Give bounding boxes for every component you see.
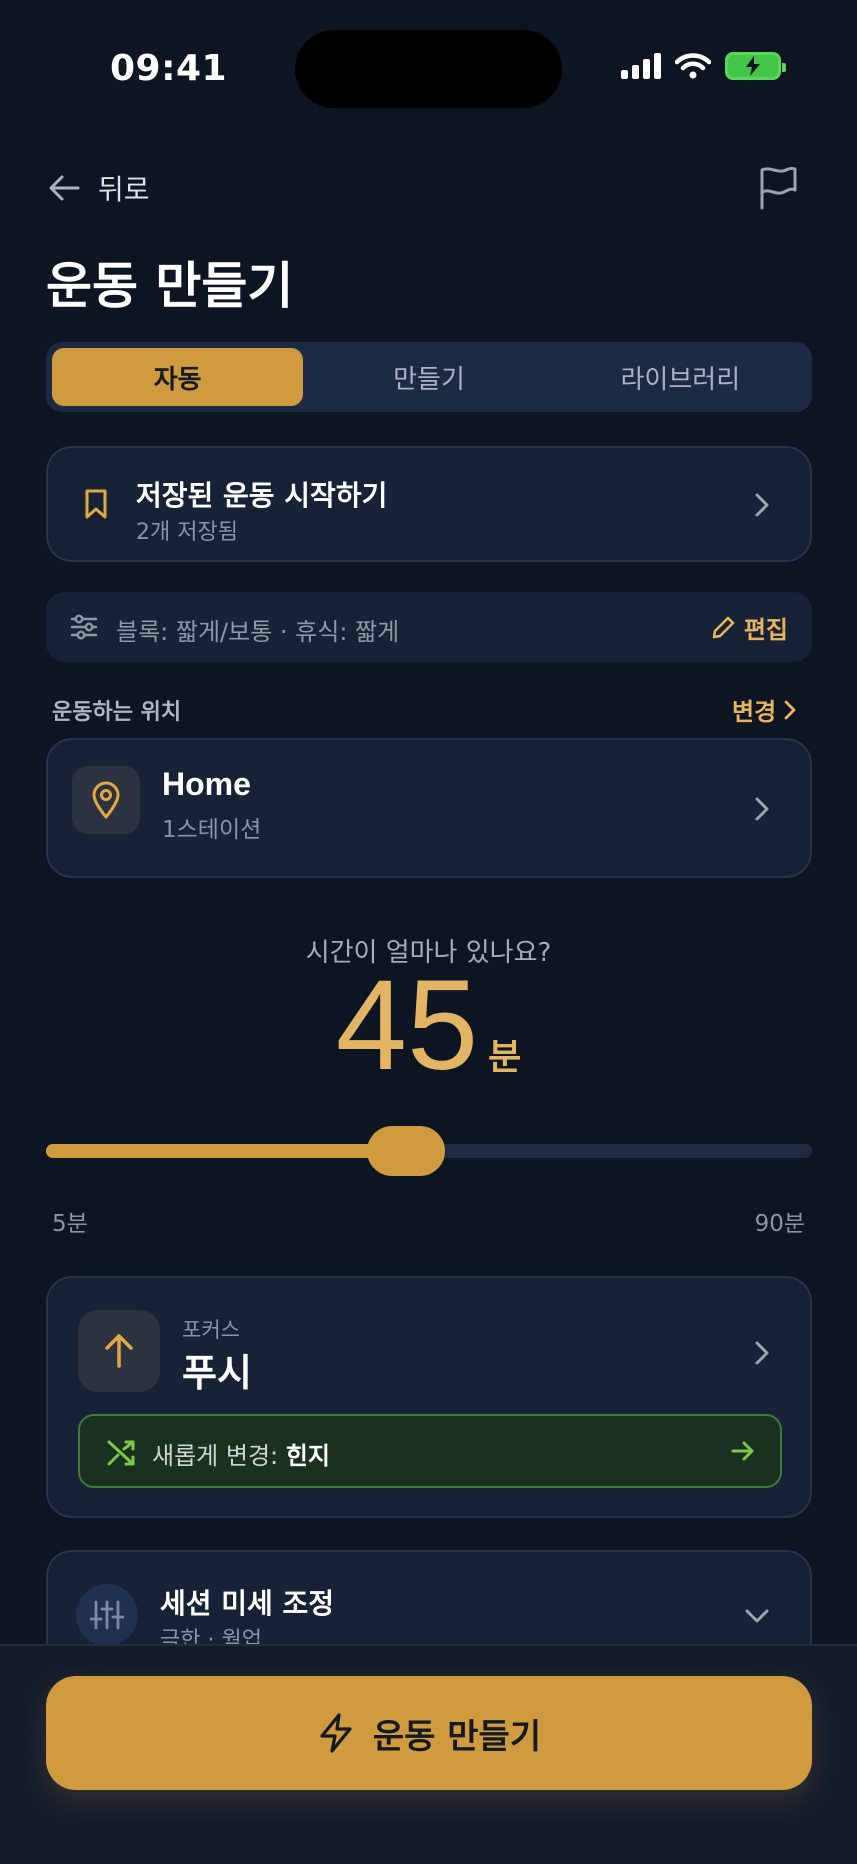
duration-max-label: 90분 (754, 1211, 805, 1237)
swap-focus-button[interactable]: 새롭게 변경: 힌지 (78, 1414, 782, 1488)
battery-icon (725, 52, 786, 80)
duration-min-label: 5분 (52, 1211, 88, 1237)
mode-tabs: 자동 만들기 라이브러리 (46, 342, 812, 412)
create-workout-label: 운동 만들기 (372, 1716, 542, 1757)
status-icons (621, 52, 786, 80)
swap-prefix: 새롭게 변경: (152, 1442, 286, 1470)
tab-library[interactable]: 라이브러리 (555, 348, 806, 406)
sliders-icon (70, 614, 98, 640)
saved-workouts-card[interactable]: 저장된 운동 시작하기 2개 저장됨 (46, 446, 812, 562)
edit-preferences-button[interactable]: 편집 (710, 610, 788, 645)
dynamic-island (295, 30, 562, 108)
lightning-icon (320, 1713, 352, 1753)
focus-label: 포커스 (182, 1318, 240, 1342)
duration-display: 45 분 (0, 962, 857, 1090)
signal-icon (621, 53, 661, 79)
change-location-button[interactable]: 변경 (732, 692, 796, 727)
chevron-right-icon (755, 493, 769, 517)
duration-slider-thumb[interactable] (367, 1126, 446, 1176)
swap-text: 새롭게 변경: 힌지 (152, 1436, 330, 1471)
focus-card[interactable]: 포커스 푸시 새롭게 변경: 힌지 (46, 1276, 812, 1518)
arrow-up-icon (105, 1334, 133, 1368)
location-name: Home (162, 766, 251, 802)
duration-value: 45 (335, 954, 479, 1097)
map-pin-icon (92, 781, 120, 819)
chevron-right-icon (755, 797, 769, 821)
duration-slider-fill (46, 1144, 407, 1158)
shuffle-icon (107, 1440, 135, 1466)
bookmark-icon (85, 489, 107, 519)
focus-value: 푸시 (182, 1351, 252, 1395)
saved-title: 저장된 운동 시작하기 (136, 479, 388, 512)
preferences-row: 블록: 짧게/보통 · 휴식: 짧게 편집 (46, 592, 812, 662)
focus-icon-box (78, 1310, 160, 1392)
pencil-icon (712, 616, 735, 638)
flag-icon[interactable] (758, 166, 798, 210)
arrow-right-icon (731, 1441, 754, 1461)
chevron-down-icon (745, 1609, 769, 1623)
tab-create[interactable]: 만들기 (303, 348, 554, 406)
tab-auto[interactable]: 자동 (52, 348, 304, 406)
chevron-right-icon (784, 700, 796, 719)
location-detail: 1스테이션 (162, 817, 262, 843)
create-workout-button[interactable]: 운동 만들기 (46, 1676, 812, 1790)
swap-target: 힌지 (285, 1442, 330, 1470)
saved-subtitle: 2개 저장됨 (136, 520, 238, 545)
back-button[interactable]: 뒤로 (48, 168, 150, 208)
wifi-icon (675, 53, 711, 79)
location-section-label: 운동하는 위치 (52, 700, 182, 725)
equalizer-icon (90, 1600, 124, 1630)
location-icon-box (72, 766, 140, 834)
change-label: 변경 (732, 698, 777, 726)
arrow-left-icon (49, 175, 80, 201)
page-title: 운동 만들기 (46, 257, 294, 315)
location-card[interactable]: Home 1스테이션 (46, 738, 812, 878)
status-time: 09:41 (110, 48, 228, 89)
tune-icon-box (76, 1584, 138, 1646)
tune-title: 세션 미세 조정 (160, 1587, 335, 1620)
preferences-text: 블록: 짧게/보통 · 휴식: 짧게 (116, 618, 400, 646)
back-label: 뒤로 (98, 173, 150, 206)
chevron-right-icon (755, 1341, 769, 1365)
duration-unit: 분 (488, 1037, 522, 1078)
edit-label: 편집 (743, 616, 788, 644)
